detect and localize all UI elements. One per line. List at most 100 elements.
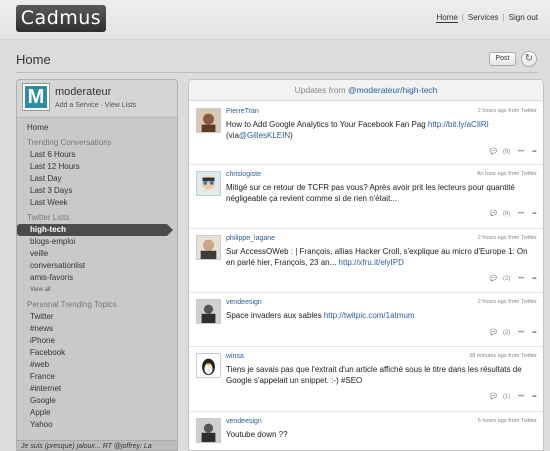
header-divider: [16, 72, 538, 73]
tweet-actions: 💬 (2) ••• ➦: [483, 275, 537, 282]
tweet-actions: 💬 (8) ••• ➦: [483, 148, 537, 155]
tweet-item: philippe_lagane 2 hours ago from Twitter…: [189, 229, 543, 293]
tweet-text: Space invaders aux sables http://twitpic…: [226, 311, 415, 320]
tweet-link[interactable]: http://bit.ly/aCIlRI: [428, 120, 489, 129]
retweet-icon[interactable]: ➦: [532, 330, 537, 336]
tweet-actions: 💬 (6) ••• ➦: [483, 210, 537, 217]
reply-icon[interactable]: 💬: [489, 211, 496, 217]
tweet-actions: 💬 (1) ••• ➦: [483, 393, 537, 400]
retweet-icon[interactable]: ➦: [532, 211, 537, 217]
sidebar-item-last-day[interactable]: Last Day: [17, 173, 177, 185]
reply-count: (6): [502, 211, 511, 217]
more-icon[interactable]: •••: [518, 149, 524, 155]
more-icon[interactable]: •••: [518, 211, 524, 217]
topic-item[interactable]: Yahoo: [17, 419, 177, 431]
tweet-item: PierreTran 2 hours ago from Twitter How …: [189, 102, 543, 165]
avatar[interactable]: M: [22, 83, 50, 111]
tweet-time: 2 hours ago from Twitter: [477, 235, 537, 241]
tweet-text: Mitigé sur ce retour de TCFR pas vous? A…: [226, 183, 515, 203]
tweet-avatar[interactable]: [196, 299, 221, 324]
reply-count: (8): [502, 149, 511, 155]
sidebar-bottom-tweet[interactable]: Je suis (presque) jaloux... RT @joffrey:…: [17, 440, 177, 450]
tweet-link[interactable]: http://twitpic.com/1atmum: [324, 311, 415, 320]
more-icon[interactable]: •••: [518, 330, 524, 336]
sidebar-item-veille[interactable]: veille: [17, 248, 177, 260]
sidebar-item-last-week[interactable]: Last Week: [17, 197, 177, 209]
sidebar-item-amis-favoris[interactable]: amis-favoris: [17, 272, 177, 284]
feed-header-source[interactable]: @moderateur/high-tech: [348, 85, 437, 95]
sidebar-item-last-12-hours[interactable]: Last 12 Hours: [17, 161, 177, 173]
tweet-mention[interactable]: @GillesKLEIN: [239, 131, 290, 140]
section-topics-title: Personal Trending Topics: [27, 300, 117, 309]
tweet-avatar[interactable]: [196, 171, 221, 196]
app-logo[interactable]: Cadmus: [16, 5, 106, 32]
tweet-user[interactable]: vendeesign: [226, 299, 262, 306]
retweet-icon[interactable]: ➦: [532, 149, 537, 155]
tweet-link[interactable]: http://xfru.it/elyIPD: [339, 258, 404, 267]
topic-item[interactable]: Google: [17, 395, 177, 407]
tweet-user[interactable]: PierreTran: [226, 108, 259, 115]
tweet-time: 5 hours ago from Twitter: [477, 418, 537, 424]
retweet-icon[interactable]: ➦: [532, 394, 537, 400]
reply-icon[interactable]: 💬: [489, 276, 496, 282]
nav-signout-link[interactable]: Sign out: [509, 13, 538, 22]
tweet-user[interactable]: philippe_lagane: [226, 235, 275, 242]
sidebar-item-high-tech[interactable]: high-tech: [17, 224, 173, 236]
more-icon[interactable]: •••: [518, 394, 524, 400]
tweet-item: vendeesign 2 hours ago from Twitter Spac…: [189, 293, 543, 347]
nav-home-link[interactable]: Home: [436, 13, 458, 23]
retweet-icon[interactable]: ➦: [532, 276, 537, 282]
user-name[interactable]: moderateur: [55, 86, 111, 98]
topic-item[interactable]: #internet: [17, 383, 177, 395]
profile-links[interactable]: Add a Service · View Lists: [55, 102, 136, 109]
tweet-avatar[interactable]: [196, 418, 221, 443]
tweet-time: 2 hours ago from Twitter: [477, 299, 537, 305]
reply-icon[interactable]: 💬: [489, 394, 496, 400]
reply-count: (2): [502, 330, 511, 336]
tweet-text: How to Add Google Analytics to Your Face…: [226, 120, 489, 140]
tweet-avatar[interactable]: [196, 108, 221, 133]
top-bar: Cadmus Home | Services | Sign out: [0, 0, 550, 40]
topic-item[interactable]: Facebook: [17, 347, 177, 359]
top-nav: Home | Services | Sign out: [436, 13, 538, 23]
topic-item[interactable]: iPhone: [17, 335, 177, 347]
tweet-time: An hour ago from Twitter: [476, 171, 537, 177]
refresh-icon[interactable]: ↻: [521, 51, 537, 67]
topic-item[interactable]: Twitter: [17, 311, 177, 323]
tweet-item: vendeesign 5 hours ago from Twitter Yout…: [189, 412, 543, 450]
more-icon[interactable]: •••: [518, 276, 524, 282]
tweet-actions: 💬 (2) ••• ➦: [483, 329, 537, 336]
tweet-avatar[interactable]: [196, 235, 221, 260]
view-all-link[interactable]: View all: [17, 284, 177, 296]
section-trending-title: Trending Conversations: [27, 138, 112, 147]
topic-item[interactable]: France: [17, 371, 177, 383]
sidebar-item-blogs-emploi[interactable]: blogs-emploi: [17, 236, 177, 248]
feed-header-prefix: Updates from: [294, 85, 346, 95]
sidebar: M moderateur Add a Service · View Lists …: [16, 79, 178, 451]
reply-count: (2): [502, 276, 511, 282]
topic-item[interactable]: Apple: [17, 407, 177, 419]
profile-card: M moderateur Add a Service · View Lists: [17, 80, 177, 118]
tweet-user[interactable]: chrislogiste: [226, 171, 261, 178]
nav-services-link[interactable]: Services: [468, 13, 499, 22]
sidebar-item-last-3-days[interactable]: Last 3 Days: [17, 185, 177, 197]
tweet-user[interactable]: vendeesign: [226, 418, 262, 425]
sidebar-item-last-6-hours[interactable]: Last 6 Hours: [17, 149, 177, 161]
sidebar-item-home[interactable]: Home: [17, 122, 177, 134]
topic-item[interactable]: #web: [17, 359, 177, 371]
tweet-user[interactable]: winsa: [226, 353, 244, 360]
tweet-text: Sur AccessOWeb : | François, allias Hack…: [226, 247, 528, 267]
tweet-time: 2 hours ago from Twitter: [477, 108, 537, 114]
feed-panel: Updates from @moderateur/high-tech Pierr…: [188, 79, 544, 451]
topic-item[interactable]: #news: [17, 323, 177, 335]
tweet-text: Youtube down ??: [226, 430, 288, 439]
tweet-avatar[interactable]: [196, 353, 221, 378]
tweet-time: 38 minutes ago from Twitter: [469, 353, 537, 359]
tweet-item: winsa 38 minutes ago from Twitter Tiens …: [189, 347, 543, 412]
feed-header: Updates from @moderateur/high-tech: [189, 80, 543, 101]
page-title: Home: [16, 52, 51, 67]
reply-icon[interactable]: 💬: [489, 149, 496, 155]
reply-icon[interactable]: 💬: [489, 330, 496, 336]
sidebar-item-conversationlist[interactable]: conversationlist: [17, 260, 177, 272]
post-button[interactable]: Post: [489, 52, 516, 66]
